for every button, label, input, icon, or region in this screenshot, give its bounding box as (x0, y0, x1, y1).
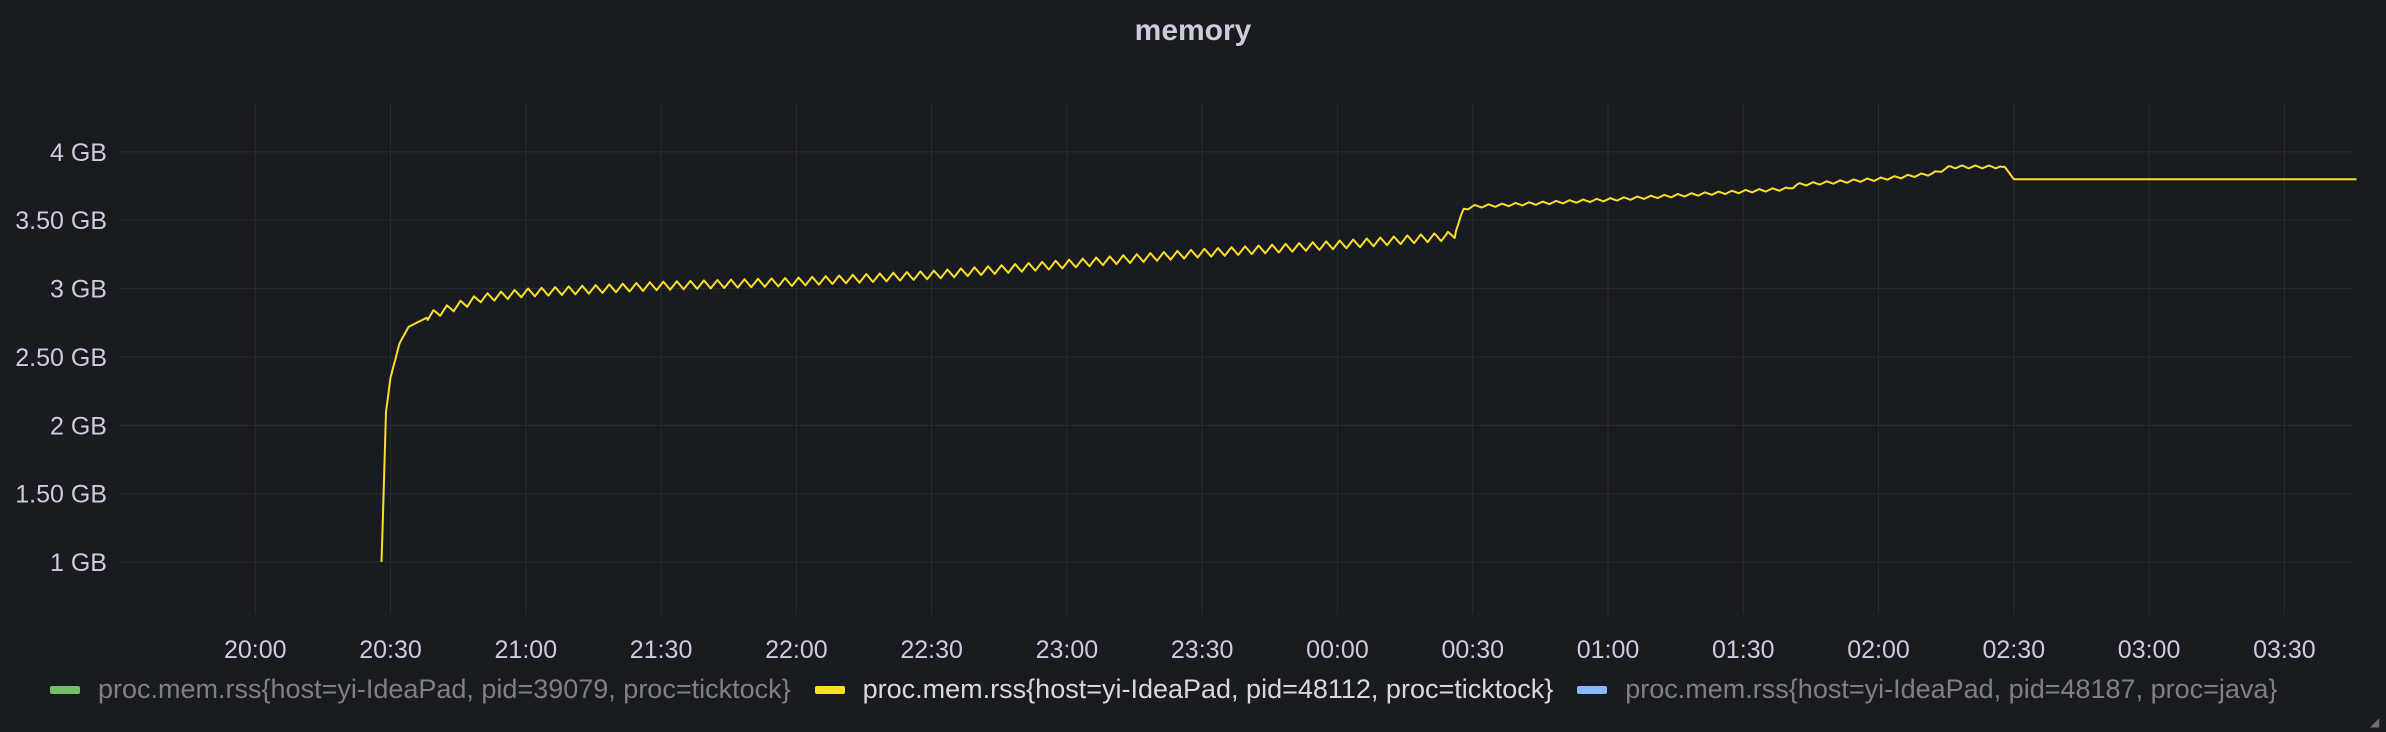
x-tick-label: 03:30 (2253, 636, 2316, 664)
x-tick-label: 20:00 (224, 636, 287, 664)
y-tick-label: 3.50 GB (15, 207, 107, 235)
chart-grid (120, 104, 2352, 614)
y-tick-label: 2.50 GB (15, 344, 107, 372)
x-tick-label: 03:00 (2118, 636, 2181, 664)
legend-item-2[interactable]: proc.mem.rss{host=yi-IdeaPad, pid=48187,… (1577, 674, 2277, 705)
y-tick-label: 1.50 GB (15, 481, 107, 509)
x-tick-label: 02:00 (1847, 636, 1910, 664)
y-tick-label: 4 GB (50, 139, 107, 167)
x-tick-label: 00:00 (1306, 636, 1369, 664)
x-tick-label: 21:30 (630, 636, 693, 664)
x-tick-label: 23:30 (1171, 636, 1234, 664)
x-axis: 20:00 20:30 21:00 21:30 22:00 22:30 23:00 23:30… (224, 636, 2316, 664)
legend-color-swatch (1577, 685, 1608, 694)
x-tick-label: 00:30 (1441, 636, 1504, 664)
x-tick-label: 01:30 (1712, 636, 1775, 664)
legend-color-swatch (814, 685, 845, 694)
x-tick-label: 22:00 (765, 636, 828, 664)
x-tick-label: 22:30 (900, 636, 963, 664)
legend-color-swatch (50, 685, 80, 694)
x-tick-label: 21:00 (495, 636, 558, 664)
x-tick-label: 02:30 (1983, 636, 2046, 664)
legend-label: proc.mem.rss{host=yi-IdeaPad, pid=39079,… (98, 674, 791, 704)
legend-item-1[interactable]: proc.mem.rss{host=yi-IdeaPad, pid=48112,… (814, 674, 1554, 705)
memory-line-chart[interactable]: 1 GB 1.50 GB 2 GB 2.50 GB 3 GB 3.50 GB 4 GB 20… (0, 0, 2386, 732)
y-tick-label: 2 GB (50, 412, 107, 440)
plot-area (380, 164, 2357, 563)
x-tick-label: 23:00 (1036, 636, 1099, 664)
y-tick-label: 3 GB (50, 276, 107, 304)
panel-resize-handle[interactable]: ◢ (2370, 716, 2382, 728)
chart-legend: proc.mem.rss{host=yi-IdeaPad, pid=39079,… (50, 674, 2301, 705)
legend-item-0[interactable]: proc.mem.rss{host=yi-IdeaPad, pid=39079,… (50, 674, 791, 705)
x-tick-label: 01:00 (1577, 636, 1640, 664)
legend-label: proc.mem.rss{host=yi-IdeaPad, pid=48187,… (1625, 674, 2278, 704)
series-line-1[interactable] (380, 164, 2357, 563)
x-tick-label: 20:30 (359, 636, 422, 664)
graph-panel: memory 1 GB 1.50 GB 2 GB 2.50 GB 3 GB 3.50 GB… (0, 0, 2386, 732)
legend-label: proc.mem.rss{host=yi-IdeaPad, pid=48112,… (862, 674, 1554, 704)
y-tick-label: 1 GB (50, 549, 107, 577)
y-axis: 1 GB 1.50 GB 2 GB 2.50 GB 3 GB 3.50 GB 4 GB (15, 139, 107, 577)
